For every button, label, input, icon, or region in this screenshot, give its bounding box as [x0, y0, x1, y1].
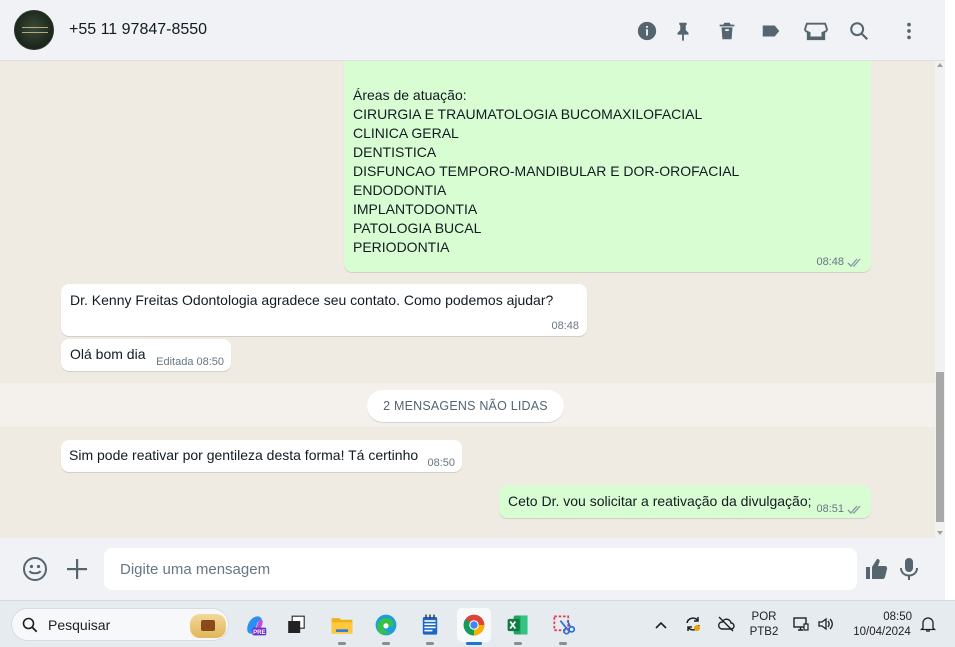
message-meta: Editada 08:50 — [156, 356, 224, 368]
keyboard-language[interactable]: POR PTB2 — [748, 610, 780, 640]
search-icon — [22, 617, 38, 632]
cloud-offline-icon[interactable] — [717, 615, 735, 633]
message-time: 08:48 — [816, 256, 844, 268]
message-time: 08:50 — [196, 356, 224, 368]
edited-label: Editada — [156, 356, 194, 368]
contact-avatar[interactable] — [14, 10, 54, 50]
chevron-up-icon[interactable] — [652, 616, 670, 634]
windows-taskbar: Pesquisar PRE POR PTB2 08:50 10/04/2024 — [0, 600, 955, 647]
message-bubble-outgoing[interactable]: Áreas de atuação: CIRURGIA E TRAUMATOLOG… — [344, 61, 871, 272]
microphone-icon[interactable] — [896, 556, 922, 582]
clock-date: 10/04/2024 — [853, 626, 911, 638]
trash-icon[interactable] — [715, 19, 739, 43]
contact-name[interactable]: +55 11 97847-8550 — [69, 21, 207, 39]
scrollbar-thumb[interactable] — [936, 372, 944, 522]
clock[interactable]: 08:50 10/04/2024 — [846, 610, 918, 640]
copilot-icon[interactable]: PRE — [238, 608, 272, 642]
file-explorer-icon[interactable] — [325, 608, 359, 645]
keyboard-layout: PTB2 — [749, 626, 779, 638]
taskbar-search-placeholder: Pesquisar — [48, 616, 111, 633]
message-meta: 08:50 — [427, 457, 455, 469]
message-text: Ceto Dr. vou solicitar a reativação da d… — [508, 493, 812, 509]
chrome-icon[interactable] — [457, 608, 491, 645]
scroll-down-icon[interactable] — [937, 531, 943, 535]
edge-icon[interactable] — [369, 608, 403, 645]
double-check-icon — [847, 257, 863, 268]
message-meta: 08:48 — [816, 256, 863, 268]
volume-icon[interactable] — [817, 615, 835, 633]
clock-time: 08:50 — [883, 611, 912, 623]
attach-plus-icon[interactable] — [64, 556, 90, 582]
compose-bar — [0, 538, 945, 600]
briefcase-icon — [190, 614, 226, 638]
message-time: 08:51 — [816, 503, 844, 515]
menu-icon[interactable] — [897, 19, 921, 43]
message-meta: 08:51 — [816, 503, 863, 515]
message-bubble-incoming[interactable]: Dr. Kenny Freitas Odontologia agradece s… — [61, 284, 587, 336]
message-text: Sim pode reativar por gentileza desta fo… — [69, 447, 419, 463]
pin-icon[interactable] — [671, 19, 695, 43]
excel-icon[interactable] — [501, 608, 535, 645]
task-view-icon[interactable] — [280, 608, 314, 642]
language-code: POR — [751, 611, 777, 623]
message-meta: 08:48 — [551, 320, 579, 332]
label-icon[interactable] — [759, 19, 783, 43]
message-time: 08:50 — [427, 457, 455, 469]
message-text: Áreas de atuação: CIRURGIA E TRAUMATOLOG… — [353, 87, 740, 255]
chat-scrollbar[interactable] — [935, 61, 945, 538]
search-icon[interactable] — [847, 19, 871, 43]
notepad-icon[interactable] — [413, 608, 447, 645]
message-bubble-outgoing[interactable]: Ceto Dr. vou solicitar a reativação da d… — [499, 485, 871, 518]
thumbs-up-icon[interactable] — [864, 556, 890, 582]
message-text: Dr. Kenny Freitas Odontologia agradece s… — [70, 292, 554, 308]
emoji-icon[interactable] — [22, 556, 48, 582]
sync-icon[interactable] — [684, 615, 702, 633]
message-list[interactable]: Áreas de atuação: CIRURGIA E TRAUMATOLOG… — [0, 61, 935, 538]
window-edge — [945, 0, 955, 600]
snipping-tool-icon[interactable] — [546, 608, 580, 645]
info-icon[interactable] — [635, 19, 659, 43]
svg-text:PRE: PRE — [253, 630, 265, 636]
notification-bell-icon[interactable] — [919, 615, 937, 633]
unread-messages-banner: 2 MENSAGENS NÃO LIDAS — [367, 390, 564, 422]
message-bubble-incoming[interactable]: Sim pode reativar por gentileza desta fo… — [61, 440, 462, 472]
chat-header: +55 11 97847-8550 — [0, 0, 945, 61]
store-icon[interactable] — [803, 19, 829, 43]
taskbar-search[interactable]: Pesquisar — [11, 608, 229, 641]
message-time: 08:48 — [551, 320, 579, 332]
message-text: Olá bom dia — [70, 346, 146, 362]
double-check-icon — [847, 504, 863, 515]
scroll-up-icon[interactable] — [937, 63, 943, 67]
message-input[interactable] — [104, 548, 857, 590]
network-icon[interactable] — [792, 615, 810, 633]
message-bubble-incoming[interactable]: Olá bom dia Editada 08:50 — [61, 339, 231, 371]
